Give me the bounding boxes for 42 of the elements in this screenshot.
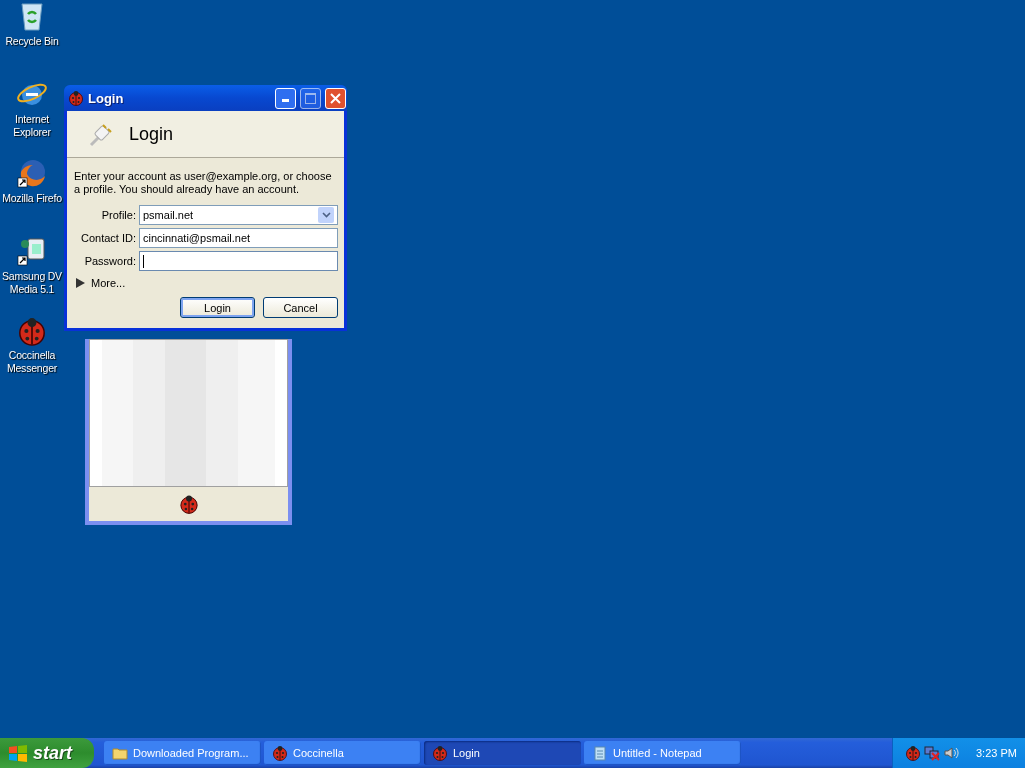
ladybug-icon [905, 745, 921, 761]
triangle-icon [76, 278, 85, 288]
ladybug-icon [17, 316, 47, 346]
close-button[interactable] [325, 87, 346, 109]
desktop-icon-label: Mozilla Firefo [2, 192, 62, 205]
taskbar-button[interactable]: Coccinella [264, 741, 421, 765]
more-expander[interactable]: More... [74, 277, 126, 289]
globe-fox-icon[interactable] [16, 157, 48, 189]
dialog-button[interactable]: Login [180, 297, 255, 318]
field-label: Contact ID: [79, 232, 136, 244]
maximize-button[interactable] [300, 87, 321, 109]
window-title: Login [88, 90, 125, 106]
clock: 3:23 PM [976, 747, 1017, 759]
desktop-icon-label: Recycle Bin [5, 35, 59, 48]
close-icon [330, 92, 341, 104]
speaker-icon[interactable] [943, 745, 959, 761]
camera-icon[interactable] [16, 235, 48, 267]
taskbar-button[interactable]: Login [424, 741, 581, 765]
minimize-button[interactable] [275, 87, 296, 109]
network-disconnected-icon[interactable] [924, 745, 940, 761]
profile-dropdown[interactable]: psmail.net [139, 205, 338, 225]
ladybug-icon [272, 745, 288, 761]
windows-logo-icon [8, 744, 28, 762]
dialog-heading: Login [129, 123, 174, 145]
input-field[interactable] [139, 251, 338, 271]
ladybug-icon [178, 494, 199, 514]
ladybug-icon [68, 90, 84, 106]
maximize-icon [305, 92, 316, 104]
desktop-icon-label: Coccinella Messenger [5, 349, 59, 375]
desktop-icon-label: Samsung DV Media 5.1 [1, 270, 63, 296]
field-label: Password: [83, 255, 136, 267]
taskbar-button[interactable]: Downloaded Program... [104, 741, 261, 765]
desktop-icon-label: Internet Explorer [12, 113, 52, 139]
ladybug-icon [432, 745, 448, 761]
notepad-icon [592, 745, 608, 761]
input-field[interactable]: cincinnati@psmail.net [139, 228, 338, 248]
dialog-button[interactable]: Cancel [263, 297, 338, 318]
instructions-text: Enter your account as user@example.org, or choose a profile. You should already have an account. [74, 170, 333, 196]
start-button[interactable]: start [0, 738, 94, 768]
folder-icon [112, 745, 128, 761]
taskbar-button[interactable]: Untitled - Notepad [584, 741, 741, 765]
field-label: Profile: [100, 209, 136, 221]
